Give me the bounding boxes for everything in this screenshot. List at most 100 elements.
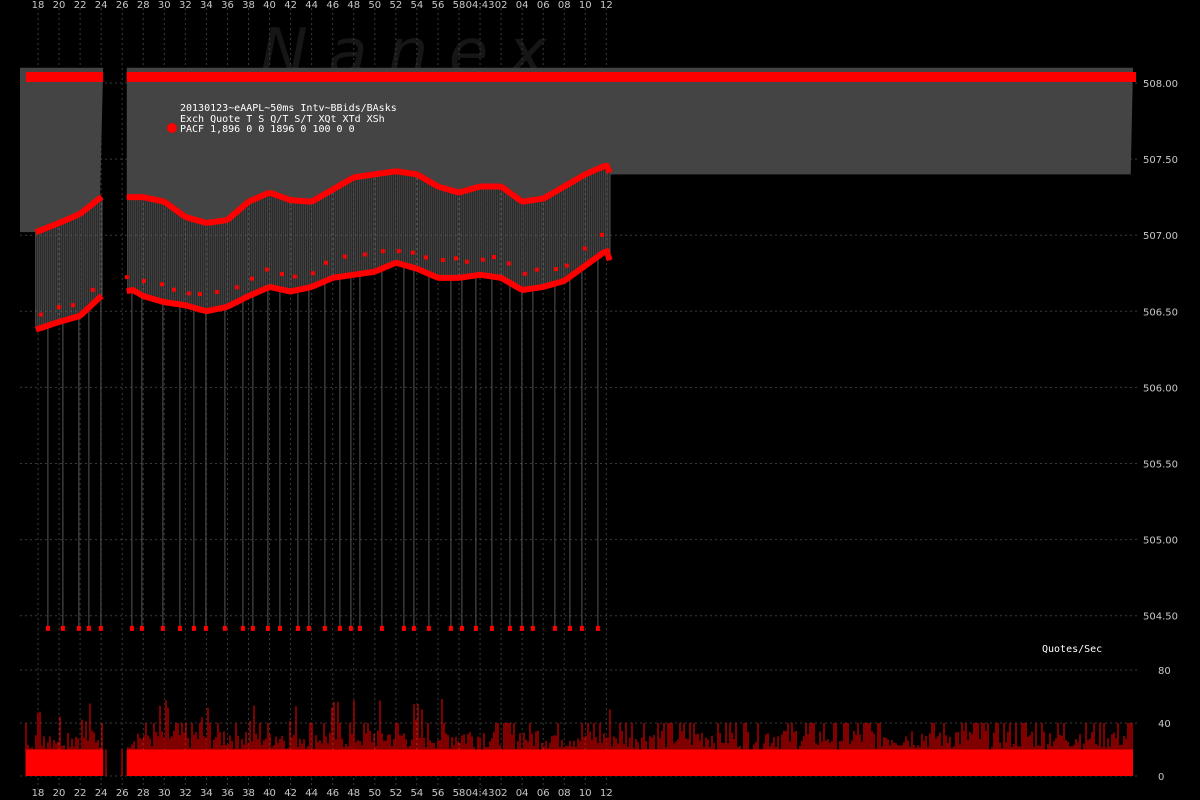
drop-marker (459, 625, 464, 631)
x-tick-label-bottom: 48 (347, 788, 360, 799)
x-tick-label-top: 42 (284, 0, 297, 11)
drop-marker (240, 625, 245, 631)
x-tick-label-bottom: 54 (411, 788, 424, 799)
drop-marker (160, 625, 165, 631)
x-tick-label-top: 30 (158, 0, 171, 11)
drop-marker (411, 625, 416, 631)
x-tick-label-bottom: 06 (537, 788, 550, 799)
drop-marker (530, 625, 535, 631)
x-tick-label-top: 32 (179, 0, 192, 11)
x-tick-label-bottom: 26 (116, 788, 129, 799)
mid-marker (453, 256, 458, 261)
nanex-chart: N a n e x 181820202222242426262828303032… (20, 0, 1178, 799)
x-tick-label-bottom: 32 (179, 788, 192, 799)
x-tick-label-top: 52 (389, 0, 402, 11)
drop-marker (401, 625, 406, 631)
drop-marker (139, 625, 144, 631)
mid-marker (38, 312, 43, 317)
y-tick-label: 506.00 (1143, 383, 1178, 394)
drop-marker (579, 625, 584, 631)
volume-y-tick-label: 80 (1158, 666, 1171, 677)
drop-marker (250, 625, 255, 631)
drop-marker (60, 625, 65, 631)
mid-marker (279, 272, 284, 277)
mid-marker (310, 271, 315, 276)
mid-marker (159, 282, 164, 287)
mid-marker (464, 259, 469, 264)
x-tick-label-top: 46 (326, 0, 339, 11)
volume-y-tick-label: 40 (1158, 719, 1171, 730)
x-tick-label-bottom: 40 (263, 788, 276, 799)
x-tick-label-bottom: 18 (32, 788, 45, 799)
drop-marker (448, 625, 453, 631)
x-tick-label-top: 48 (347, 0, 360, 11)
mid-marker (506, 261, 511, 266)
x-tick-label-top: 26 (116, 0, 129, 11)
drop-marker (86, 625, 91, 631)
drop-marker (379, 625, 384, 631)
mid-marker (141, 279, 146, 284)
mid-marker (171, 287, 176, 292)
mid-marker (56, 305, 61, 310)
volume-base-right (126, 749, 1134, 776)
mid-marker (564, 263, 569, 268)
x-tick-label-top: 38 (242, 0, 255, 11)
drop-marker (177, 625, 182, 631)
drop-marker (265, 625, 270, 631)
drop-marker (552, 625, 557, 631)
x-tick-label-top: 22 (74, 0, 87, 11)
x-tick-label-top: 06 (537, 0, 550, 11)
x-tick-label-bottom: 46 (326, 788, 339, 799)
volume-title: Quotes/Sec (1042, 644, 1102, 655)
y-tick-label: 504.50 (1143, 612, 1178, 623)
y-tick-label: 508.00 (1143, 79, 1178, 90)
x-tick-label-top: 24 (95, 0, 108, 11)
drop-marker (357, 625, 362, 631)
x-tick-label-top: 20 (53, 0, 66, 11)
drop-marker (519, 625, 524, 631)
x-tick-label-top: 04:43 (466, 0, 495, 11)
legend-row: PACF 1,896 0 0 1896 0 100 0 0 (180, 124, 355, 135)
y-tick-label: 505.00 (1143, 536, 1178, 547)
mid-marker (582, 246, 587, 251)
mid-marker (410, 250, 415, 255)
drop-marker (295, 625, 300, 631)
drop-marker (191, 625, 196, 631)
x-tick-label-bottom: 36 (221, 788, 234, 799)
drop-marker (348, 625, 353, 631)
x-tick-label-top: 10 (579, 0, 592, 11)
x-tick-label-bottom: 28 (137, 788, 150, 799)
x-tick-label-top: 54 (411, 0, 424, 11)
x-tick-label-top: 04 (516, 0, 529, 11)
x-tick-label-top: 12 (600, 0, 613, 11)
mid-marker (440, 258, 445, 263)
x-tick-label-bottom: 58 (453, 788, 466, 799)
x-tick-label-bottom: 12 (600, 788, 613, 799)
x-tick-label-bottom: 10 (579, 788, 592, 799)
x-tick-label-top: 40 (263, 0, 276, 11)
mid-marker (323, 260, 328, 265)
x-tick-label-top: 02 (495, 0, 508, 11)
drop-marker (489, 625, 494, 631)
x-tick-label-bottom: 08 (558, 788, 571, 799)
x-tick-label-top: 50 (368, 0, 381, 11)
mid-marker (553, 267, 558, 272)
drop-marker (337, 625, 342, 631)
x-tick-label-bottom: 38 (242, 788, 255, 799)
x-tick-label-bottom: 04:43 (466, 788, 495, 799)
drop-marker (473, 625, 478, 631)
drop-marker (507, 625, 512, 631)
x-tick-label-top: 18 (32, 0, 45, 11)
drop-marker (306, 625, 311, 631)
x-tick-label-bottom: 04 (516, 788, 529, 799)
x-tick-label-top: 36 (221, 0, 234, 11)
mid-marker (380, 249, 385, 254)
mid-marker (534, 267, 539, 272)
x-tick-label-bottom: 22 (74, 788, 87, 799)
drop-marker (45, 625, 50, 631)
volume-base-left (26, 749, 104, 776)
drop-marker (426, 625, 431, 631)
x-tick-label-bottom: 34 (200, 788, 213, 799)
y-tick-label: 505.50 (1143, 460, 1178, 471)
mid-marker (70, 303, 75, 308)
